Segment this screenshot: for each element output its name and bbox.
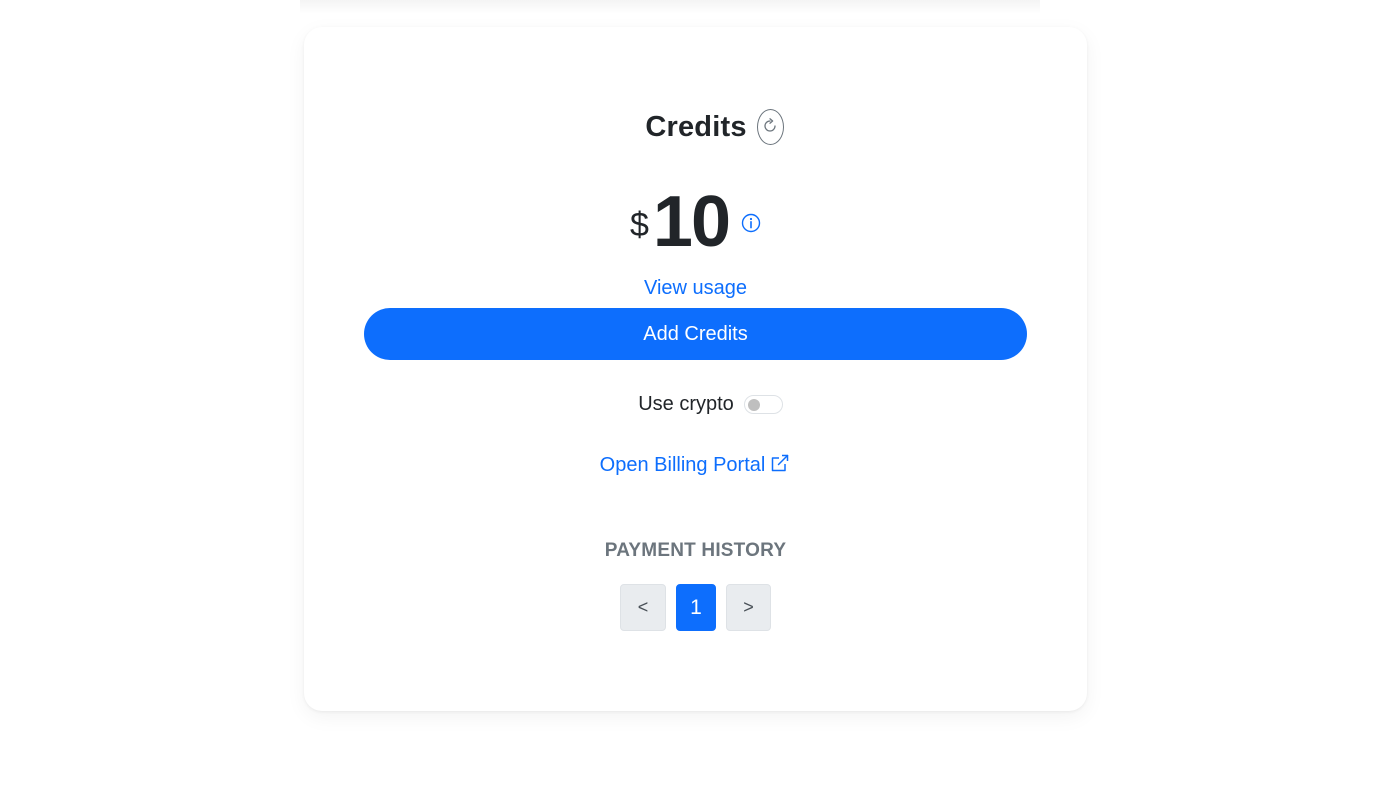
refresh-button[interactable] [756,109,784,145]
payment-history-pagination: < 1 > [304,584,1087,631]
credits-header: Credits [304,109,1087,145]
credit-balance: $ 10 [304,182,1087,262]
credit-amount: 10 [652,182,731,262]
page-1-button[interactable]: 1 [676,584,716,631]
currency-symbol: $ [629,205,649,244]
next-page-button[interactable]: > [726,584,771,631]
info-icon[interactable] [741,213,761,233]
add-credits-button[interactable]: Add Credits [364,308,1027,360]
credits-title: Credits [645,110,747,143]
toggle-knob [747,399,760,411]
use-crypto-row: Use crypto [304,393,1087,416]
view-usage-row: View usage [304,277,1087,300]
billing-portal-row: Open Billing Portal [304,452,1087,479]
external-link-icon[interactable] [769,452,791,479]
view-usage-link[interactable]: View usage [644,277,747,299]
payment-history-heading: PAYMENT HISTORY [604,540,787,561]
refresh-icon [762,117,778,137]
use-crypto-label: Use crypto [638,393,734,415]
credits-card: Credits $ 10 View usage Add Credits Use … [304,27,1087,711]
use-crypto-toggle[interactable] [743,395,783,414]
top-shadow [300,0,1040,14]
open-billing-portal-link[interactable]: Open Billing Portal [600,454,766,477]
prev-page-button[interactable]: < [620,584,666,631]
